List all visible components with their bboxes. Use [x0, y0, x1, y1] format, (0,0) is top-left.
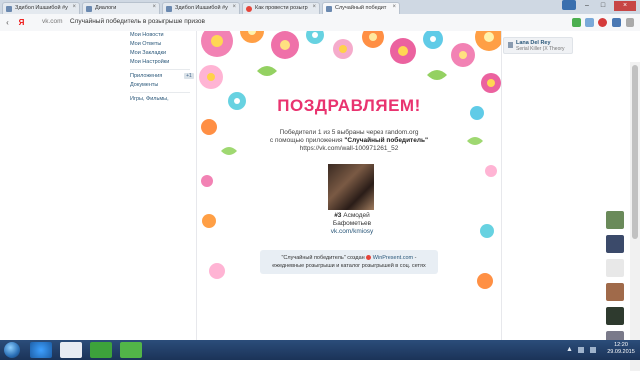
browser-tab[interactable]: Здибол Ишшибой #у ×	[162, 2, 240, 14]
audio-player[interactable]: Lana Del Rey Serial Killer (X Theory	[503, 37, 573, 54]
sidebar-item-label: Приложения	[130, 73, 163, 79]
url-title: Случайный победитель в розыгрыше призов	[69, 18, 205, 25]
tab-label: Здибол Ишшибой #у	[175, 5, 228, 11]
menu-icon[interactable]	[626, 18, 634, 27]
back-button[interactable]: ‹	[2, 17, 13, 28]
pause-icon[interactable]	[508, 42, 513, 48]
vk-icon	[166, 6, 172, 12]
info-prefix: с помощью приложения	[269, 137, 343, 144]
close-icon[interactable]: ×	[72, 4, 76, 10]
winpresent-link[interactable]: WinPresent.com	[373, 255, 413, 261]
cart-icon[interactable]	[606, 259, 624, 277]
vk-icon	[6, 6, 12, 12]
app-name: "Случайный победитель"	[344, 137, 429, 144]
page-favicon-icon	[246, 6, 252, 12]
footnote-dash: -	[414, 255, 417, 261]
url-domain: vk.com	[42, 18, 63, 25]
browser-tab-bar: Здибол Ишшибой #у × Диалоги × Здибол Ишш…	[0, 0, 640, 14]
vk-icon	[86, 6, 92, 12]
close-icon[interactable]: ×	[392, 4, 396, 10]
divider	[130, 69, 190, 70]
player-track: Serial Killer (X Theory	[516, 46, 565, 52]
browser-menu-icon[interactable]	[562, 0, 576, 10]
tab-label: Случайный победит	[335, 5, 387, 11]
system-clock[interactable]: 12:20 29.09.2015	[606, 342, 636, 356]
ie-icon[interactable]	[30, 342, 52, 358]
download-icon[interactable]	[572, 18, 581, 27]
winner-first-name: Асмодей	[343, 212, 370, 219]
left-sidebar: Мои Новости Мои Ответы Мои Закладки Мои …	[130, 31, 200, 104]
browser-tab[interactable]: Здибол Ишшибой #у ×	[2, 2, 80, 14]
sidebar-item-settings[interactable]: Мои Настройки	[130, 58, 200, 67]
divider	[130, 92, 190, 93]
tab-label: Как провести розыгр	[255, 5, 308, 11]
sidebar-item-docs[interactable]: Документы	[130, 81, 200, 90]
info-line-2: с помощью приложения "Случайный победите…	[197, 137, 501, 145]
minimize-icon[interactable]: –	[580, 1, 594, 11]
windows-taskbar: ▲ 12:20 29.09.2015	[0, 340, 640, 360]
close-icon[interactable]: ×	[312, 4, 316, 10]
sidebar-item-games[interactable]: Игры, Фильмы,	[130, 95, 200, 104]
wall-link[interactable]: https://vk.com/wall-100971261_52	[197, 145, 501, 153]
sidebar-item-answers[interactable]: Мои Ответы	[130, 40, 200, 49]
tray-arrow-icon[interactable]: ▲	[566, 346, 573, 353]
footnote-line-2: ежедневные розыгрыши и каталог розыгрыше…	[272, 263, 426, 269]
start-button[interactable]	[4, 342, 20, 358]
tab-label: Диалоги	[95, 5, 117, 11]
close-window-icon[interactable]: ×	[614, 1, 636, 11]
scrollbar-thumb[interactable]	[632, 65, 638, 239]
winner-info: Победители 1 из 5 выбраны через random.o…	[197, 129, 501, 153]
browser-tab-active[interactable]: Случайный победит ×	[322, 2, 400, 14]
winner-post-image: ПОЗДРАВЛЯЕМ! Победители 1 из 5 выбраны ч…	[196, 31, 502, 340]
user-icon[interactable]	[612, 18, 621, 27]
app-footnote: "Случайный победитель" создан WinPresent…	[260, 250, 438, 274]
tab-label: Здибол Ишшибой #у	[15, 5, 68, 11]
winner-avatar[interactable]	[328, 164, 374, 210]
avatar[interactable]	[606, 283, 624, 301]
address-bar: ‹ Я vk.com Случайный победитель в розыгр…	[0, 14, 640, 32]
close-icon[interactable]: ×	[232, 4, 236, 10]
winner-last-name: Бафометьев	[332, 220, 372, 227]
page-content: Мои Новости Мои Ответы Мои Закладки Мои …	[0, 31, 640, 371]
close-icon[interactable]: ×	[152, 4, 156, 10]
url-field[interactable]: vk.com Случайный победитель в розыгрыше …	[42, 18, 205, 25]
maximize-icon[interactable]: □	[596, 1, 610, 11]
yandex-browser-icon[interactable]	[60, 342, 82, 358]
browser-tab[interactable]: Как провести розыгр ×	[242, 2, 320, 14]
vk-icon	[326, 6, 332, 12]
camtasia-icon[interactable]	[90, 342, 112, 358]
avatar[interactable]	[606, 211, 624, 229]
vk-notify-icon[interactable]	[598, 18, 607, 27]
sidebar-item-apps[interactable]: Приложения +1	[130, 72, 200, 81]
info-line-1: Победители 1 из 5 выбраны через random.o…	[279, 129, 419, 136]
clock-time: 12:20	[614, 342, 628, 348]
extension-icon[interactable]	[585, 18, 594, 27]
right-friends-bar	[604, 211, 626, 355]
volume-icon[interactable]	[590, 347, 596, 353]
winpresent-icon	[366, 255, 372, 261]
congrats-heading: ПОЗДРАВЛЯЕМ!	[277, 96, 421, 115]
browser-tab[interactable]: Диалоги ×	[82, 2, 160, 14]
clock-date: 29.09.2015	[607, 349, 635, 355]
apps-badge: +1	[184, 73, 194, 79]
winner-name: #3 Асмодей Бафометьев vk.com/kmiosy	[297, 212, 407, 236]
sidebar-item-bookmarks[interactable]: Мои Закладки	[130, 49, 200, 58]
camtasia-recorder-icon[interactable]	[120, 342, 142, 358]
yandex-icon[interactable]: Я	[16, 17, 27, 28]
avatar[interactable]	[606, 307, 624, 325]
winner-link[interactable]: vk.com/kmiosy	[297, 228, 407, 236]
avatar[interactable]	[606, 235, 624, 253]
winner-number: #3	[334, 212, 342, 219]
footnote-text: "Случайный победитель" создан	[281, 255, 365, 261]
sidebar-item-news[interactable]: Мои Новости	[130, 31, 200, 40]
network-icon[interactable]	[578, 347, 584, 353]
